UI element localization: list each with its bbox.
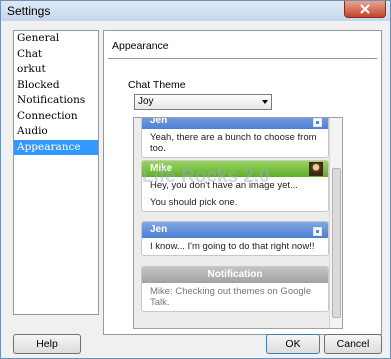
title-bar: Settings — [1, 1, 390, 21]
watermark: Life Rocks 2.0 — [142, 166, 270, 187]
message-text: I know... I'm going to do that right now… — [150, 241, 315, 252]
notification-text: Mike: Checking out themes on Google Talk… — [150, 286, 312, 308]
notification-header: Notification — [142, 267, 328, 283]
settings-window: Settings General Chat orkut Blocked Noti… — [0, 0, 391, 359]
panel-title: Appearance — [112, 40, 169, 52]
preview-scrollbar[interactable] — [329, 118, 342, 328]
close-icon — [360, 4, 370, 14]
chevron-down-icon — [262, 100, 268, 104]
sidebar-item-notifications[interactable]: Notifications — [14, 93, 98, 109]
chat-theme-select[interactable]: Joy — [134, 94, 272, 110]
sidebar-item-general[interactable]: General — [14, 31, 98, 47]
settings-category-list[interactable]: General Chat orkut Blocked Notifications… — [13, 30, 99, 315]
menu-icon — [313, 118, 322, 127]
menu-icon — [313, 227, 322, 236]
preview-chat-area: Jen Yeah, there are a bunch to choose fr… — [134, 118, 330, 328]
message-text: You should pick one. — [150, 197, 238, 208]
message-text: Yeah, there are a bunch to choose from t… — [150, 132, 317, 154]
sidebar-item-orkut[interactable]: orkut — [14, 62, 98, 78]
scrollbar-thumb[interactable] — [332, 168, 341, 318]
help-button[interactable]: Help — [13, 334, 81, 354]
sidebar-item-blocked[interactable]: Blocked — [14, 78, 98, 94]
avatar-icon — [309, 162, 323, 176]
sidebar-item-chat[interactable]: Chat — [14, 47, 98, 63]
sidebar-item-connection[interactable]: Connection — [14, 109, 98, 125]
preview-notification: Notification Mike: Checking out themes o… — [141, 266, 329, 312]
preview-message: Jen Yeah, there are a bunch to choose fr… — [141, 118, 329, 158]
close-button[interactable] — [344, 1, 386, 18]
window-title: Settings — [7, 4, 51, 18]
settings-content: General Chat orkut Blocked Notifications… — [5, 23, 386, 356]
chat-theme-value: Joy — [138, 96, 154, 107]
cancel-button[interactable]: Cancel — [324, 334, 382, 354]
ok-button[interactable]: OK — [266, 334, 320, 354]
panel-divider — [108, 58, 377, 59]
message-sender: Jen — [142, 118, 328, 129]
sidebar-item-audio[interactable]: Audio — [14, 124, 98, 140]
preview-message: Jen I know... I'm going to do that right… — [141, 221, 329, 256]
appearance-panel: Appearance Chat Theme Joy Jen Yeah, ther… — [103, 30, 382, 335]
sidebar-item-appearance[interactable]: Appearance — [14, 139, 98, 155]
message-sender: Jen — [142, 222, 328, 238]
chat-theme-label: Chat Theme — [128, 79, 186, 91]
theme-preview: Jen Yeah, there are a bunch to choose fr… — [133, 117, 343, 329]
